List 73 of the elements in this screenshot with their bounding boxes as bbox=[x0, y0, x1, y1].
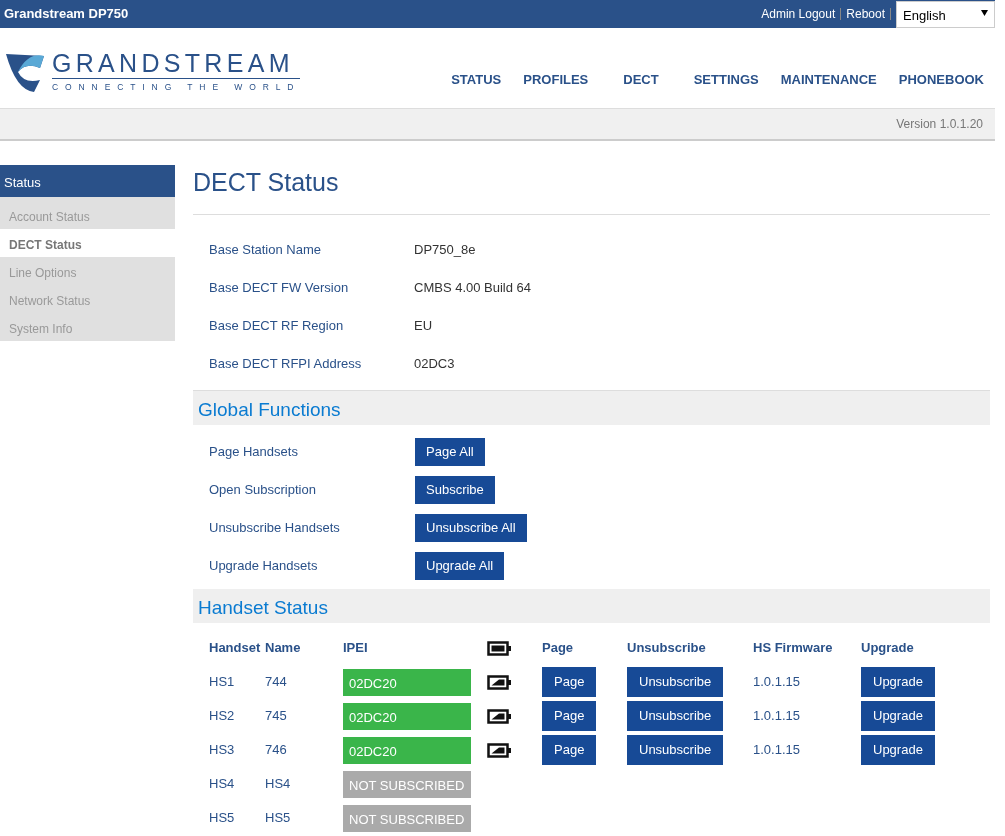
upgrade-button[interactable]: Upgrade bbox=[861, 735, 935, 765]
function-label: Upgrade Handsets bbox=[209, 557, 319, 576]
handset-id: HS5 bbox=[209, 810, 235, 826]
handset-name: HS4 bbox=[265, 776, 291, 792]
sidebar-title: Status bbox=[0, 165, 175, 197]
column-header: HS Firmware bbox=[753, 640, 833, 656]
nav-tab[interactable]: SETTINGS bbox=[682, 70, 770, 90]
action-button[interactable]: Subscribe bbox=[415, 476, 495, 504]
window-title: Grandstream DP750 bbox=[3, 5, 129, 24]
ipei-status: 02DC20 bbox=[343, 702, 471, 730]
handset-id: HS1 bbox=[209, 674, 235, 690]
page-button[interactable]: Page bbox=[542, 667, 597, 697]
info-value: 02DC3 bbox=[414, 355, 455, 374]
handset-id: HS3 bbox=[209, 742, 235, 758]
logo-name: GRANDSTREAM bbox=[52, 50, 301, 79]
battery-icon bbox=[487, 675, 512, 691]
info-label: Base DECT RF Region bbox=[209, 317, 345, 336]
nav-tab[interactable]: STATUS bbox=[440, 70, 513, 90]
section-title: Handset Status bbox=[193, 589, 990, 623]
column-header: Handset bbox=[209, 640, 261, 656]
ipei-status: 02DC20 bbox=[343, 668, 471, 696]
firmware-version: 1.0.1.15 bbox=[753, 742, 800, 758]
ipei-status: NOT SUBSCRIBED bbox=[343, 770, 471, 798]
sidebar-item[interactable]: DECT Status bbox=[0, 229, 175, 257]
nav-tab[interactable]: PHONEBOOK bbox=[887, 70, 995, 90]
function-label: Open Subscription bbox=[209, 481, 317, 500]
firmware-version: 1.0.1.15 bbox=[753, 708, 800, 724]
info-value: CMBS 4.00 Build 64 bbox=[414, 279, 532, 298]
page-title: DECT Status bbox=[193, 167, 990, 215]
column-header: Unsubscribe bbox=[627, 640, 706, 656]
battery-icon bbox=[487, 743, 512, 759]
info-value: DP750_8e bbox=[414, 241, 476, 260]
column-header: IPEI bbox=[343, 640, 368, 656]
handset-id: HS4 bbox=[209, 776, 235, 792]
handset-name: HS5 bbox=[265, 810, 291, 826]
action-button[interactable]: Page All bbox=[415, 438, 485, 466]
top-link[interactable]: Reboot bbox=[846, 5, 885, 23]
logo-tagline: CONNECTING THE WORLD bbox=[52, 80, 301, 94]
nav-tab[interactable]: PROFILES bbox=[512, 70, 600, 90]
action-button[interactable]: Upgrade All bbox=[415, 552, 505, 580]
language-select[interactable]: English bbox=[896, 1, 995, 28]
column-header: Name bbox=[265, 640, 301, 656]
handset-id: HS2 bbox=[209, 708, 235, 724]
nav-tab[interactable]: MAINTENANCE bbox=[769, 70, 888, 90]
unsubscribe-button[interactable]: Unsubscribe bbox=[627, 735, 724, 765]
top-link[interactable]: Admin Logout bbox=[761, 5, 836, 23]
info-value: EU bbox=[414, 317, 433, 336]
page-button[interactable]: Page bbox=[542, 701, 597, 731]
function-label: Page Handsets bbox=[209, 443, 299, 462]
action-button[interactable]: Unsubscribe All bbox=[415, 514, 527, 542]
handset-name: 744 bbox=[265, 674, 287, 690]
section-title: Global Functions bbox=[193, 391, 990, 425]
full-battery-icon bbox=[487, 641, 512, 657]
handset-name: 745 bbox=[265, 708, 287, 724]
info-label: Base Station Name bbox=[209, 241, 322, 260]
battery-icon bbox=[487, 709, 512, 725]
upgrade-button[interactable]: Upgrade bbox=[861, 667, 935, 697]
handset-name: 746 bbox=[265, 742, 287, 758]
firmware-version: 1.0.1.15 bbox=[753, 674, 800, 690]
ipei-status: 02DC20 bbox=[343, 736, 471, 764]
unsubscribe-button[interactable]: Unsubscribe bbox=[627, 667, 724, 697]
page-button[interactable]: Page bbox=[542, 735, 597, 765]
function-label: Unsubscribe Handsets bbox=[209, 519, 341, 538]
nav-tab[interactable]: DECT bbox=[599, 70, 683, 90]
unsubscribe-button[interactable]: Unsubscribe bbox=[627, 701, 724, 731]
upgrade-button[interactable]: Upgrade bbox=[861, 701, 935, 731]
column-header: Upgrade bbox=[861, 640, 914, 656]
column-header: Page bbox=[542, 640, 574, 656]
dropdown-caret-icon bbox=[981, 10, 988, 16]
info-label: Base DECT RFPI Address bbox=[209, 355, 363, 374]
info-label: Base DECT FW Version bbox=[209, 279, 350, 298]
ipei-status: NOT SUBSCRIBED bbox=[343, 804, 471, 832]
version-text: Version 1.0.1.20 bbox=[896, 116, 983, 133]
